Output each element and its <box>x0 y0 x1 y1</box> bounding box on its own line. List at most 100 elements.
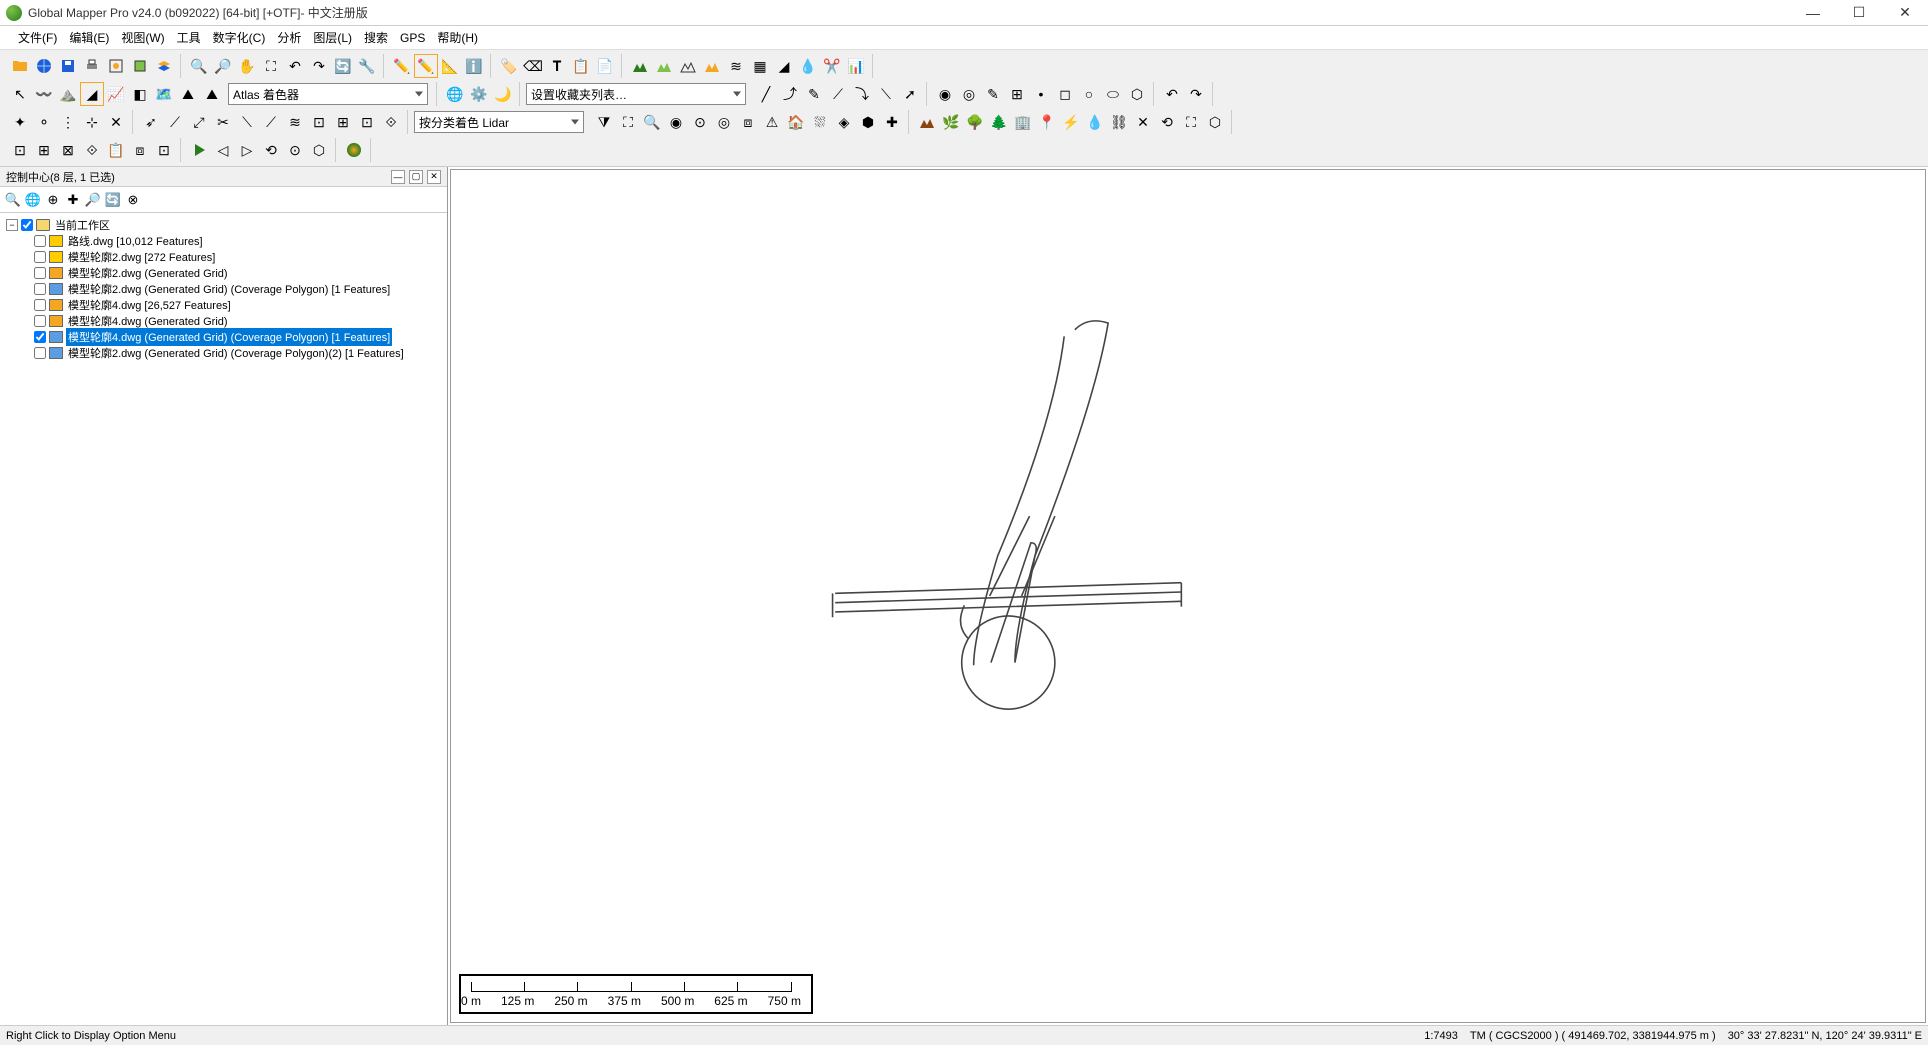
menu-item[interactable]: 文件(F) <box>12 26 63 49</box>
lidar9-button[interactable]: ⛆ <box>808 110 832 134</box>
eraser-button[interactable]: ⌫ <box>521 54 545 78</box>
lidar5-button[interactable]: ◎ <box>712 110 736 134</box>
print-button[interactable] <box>80 54 104 78</box>
panel-zoom-icon[interactable]: 🔍 <box>4 191 22 209</box>
select-button[interactable]: ↖ <box>8 82 32 106</box>
lidar11-button[interactable]: ⬢ <box>856 110 880 134</box>
panel-remove-icon[interactable]: ⊗ <box>124 191 142 209</box>
minimize-button[interactable]: — <box>1790 0 1836 26</box>
config-button[interactable] <box>104 54 128 78</box>
line4-button[interactable]: ⟋ <box>826 82 850 106</box>
layer-checkbox[interactable] <box>34 299 46 311</box>
map1-button[interactable]: 🗺️ <box>152 82 176 106</box>
target2-button[interactable]: ◎ <box>957 82 981 106</box>
watershed-button[interactable]: 💧 <box>796 54 820 78</box>
layers-button[interactable] <box>152 54 176 78</box>
maximize-button[interactable]: ☐ <box>1836 0 1882 26</box>
measure-button[interactable]: 📐 <box>438 54 462 78</box>
terrain4-button[interactable] <box>700 54 724 78</box>
class12-button[interactable]: ⛶ <box>1179 110 1203 134</box>
panel-search-icon[interactable]: 🔎 <box>84 191 102 209</box>
zoom-out-button[interactable]: 🔎 <box>211 54 235 78</box>
class6-button[interactable]: 📍 <box>1035 110 1059 134</box>
zoom-in-button[interactable]: 🔍 <box>187 54 211 78</box>
viewshed-button[interactable]: ✂️ <box>820 54 844 78</box>
layer-checkbox[interactable] <box>34 267 46 279</box>
edit6-button[interactable]: ⟋ <box>259 110 283 134</box>
menu-item[interactable]: 图层(L) <box>307 26 358 49</box>
menu-item[interactable]: 搜索 <box>358 26 394 49</box>
expander-icon[interactable]: − <box>6 219 18 231</box>
undo-button[interactable]: ↶ <box>1160 82 1184 106</box>
map2-button[interactable]: ⛰ <box>176 82 200 106</box>
line5-button[interactable]: ⤵ <box>850 82 874 106</box>
next-button[interactable]: ▷ <box>235 138 259 162</box>
edit8-button[interactable]: ⊡ <box>307 110 331 134</box>
lidar-mode-dropdown[interactable]: 按分类着色 Lidar <box>414 111 584 133</box>
open-file-button[interactable] <box>8 54 32 78</box>
close-button[interactable]: ✕ <box>1882 0 1928 26</box>
layer-row[interactable]: 模型轮廓4.dwg (Generated Grid) (Coverage Pol… <box>6 329 441 345</box>
layer-checkbox[interactable] <box>34 347 46 359</box>
lidar6-button[interactable]: ⧈ <box>736 110 760 134</box>
node1-button[interactable]: ✦ <box>8 110 32 134</box>
layer-row[interactable]: 模型轮廓2.dwg (Generated Grid) <box>6 265 441 281</box>
edit2-button[interactable]: ⟋ <box>163 110 187 134</box>
sel1-button[interactable]: ⊡ <box>8 138 32 162</box>
shader-dropdown[interactable]: Atlas 着色器 <box>228 83 428 105</box>
line1-button[interactable]: ╱ <box>754 82 778 106</box>
paste-button[interactable]: 📄 <box>593 54 617 78</box>
contour-button[interactable]: ≋ <box>724 54 748 78</box>
map-canvas[interactable]: 0 m125 m250 m375 m500 m625 m750 m <box>450 169 1926 1023</box>
menu-item[interactable]: 分析 <box>271 26 307 49</box>
line3-button[interactable]: ✎ <box>802 82 826 106</box>
pan-button[interactable]: ✋ <box>235 54 259 78</box>
tree-root[interactable]: − 当前工作区 <box>6 217 441 233</box>
ellipse-button[interactable]: ⬭ <box>1101 82 1125 106</box>
panel-globe-icon[interactable]: 🌐 <box>24 191 42 209</box>
sel3-button[interactable]: ⊠ <box>56 138 80 162</box>
edit11-button[interactable]: ⟐ <box>379 110 403 134</box>
highlight-button[interactable]: ✏️ <box>414 54 438 78</box>
play-button[interactable] <box>187 138 211 162</box>
path-button[interactable]: 〰️ <box>32 82 56 106</box>
volume-button[interactable]: 📊 <box>844 54 868 78</box>
profile-active-button[interactable]: ◢ <box>80 82 104 106</box>
node3-button[interactable]: ⋮ <box>56 110 80 134</box>
menu-item[interactable]: 帮助(H) <box>431 26 484 49</box>
grid2-button[interactable]: ⊞ <box>1005 82 1029 106</box>
point-button[interactable]: • <box>1029 82 1053 106</box>
class5-button[interactable]: 🏢 <box>1011 110 1035 134</box>
class2-button[interactable]: 🌿 <box>939 110 963 134</box>
layer-checkbox[interactable] <box>34 235 46 247</box>
layer-tree[interactable]: − 当前工作区 路线.dwg [10,012 Features]模型轮廓2.dw… <box>0 213 447 1025</box>
web-button[interactable]: 🌐 <box>443 82 467 106</box>
layer-checkbox[interactable] <box>34 251 46 263</box>
terrain2-button[interactable] <box>652 54 676 78</box>
terrain3-button[interactable] <box>676 54 700 78</box>
lidar4-python-button[interactable]: ⊙ <box>688 110 712 134</box>
rec3-button[interactable]: ⬡ <box>307 138 331 162</box>
panel-add-icon[interactable]: ⊕ <box>44 191 62 209</box>
moon-button[interactable]: 🌙 <box>491 82 515 106</box>
node2-button[interactable]: ⚬ <box>32 110 56 134</box>
root-checkbox[interactable] <box>21 219 33 231</box>
zoom-next-button[interactable]: ↷ <box>307 54 331 78</box>
panel-pin-button[interactable]: ▢ <box>409 170 423 184</box>
info-button[interactable]: ℹ️ <box>462 54 486 78</box>
menu-item[interactable]: GPS <box>394 28 431 48</box>
poly-button[interactable]: ⬡ <box>1125 82 1149 106</box>
circle-button[interactable]: ○ <box>1077 82 1101 106</box>
panel-new-icon[interactable]: ✚ <box>64 191 82 209</box>
rec1-button[interactable]: ⟲ <box>259 138 283 162</box>
class8-button[interactable]: 💧 <box>1083 110 1107 134</box>
refresh-button[interactable]: 🔄 <box>331 54 355 78</box>
sel6-button[interactable]: ⧈ <box>128 138 152 162</box>
wrench-button[interactable]: 🔧 <box>355 54 379 78</box>
sel2-button[interactable]: ⊞ <box>32 138 56 162</box>
lidar12-button[interactable]: ✚ <box>880 110 904 134</box>
slope-button[interactable]: ◢ <box>772 54 796 78</box>
gear-button[interactable]: ⚙️ <box>467 82 491 106</box>
class11-button[interactable]: ⟲ <box>1155 110 1179 134</box>
sel5-button[interactable]: 📋 <box>104 138 128 162</box>
